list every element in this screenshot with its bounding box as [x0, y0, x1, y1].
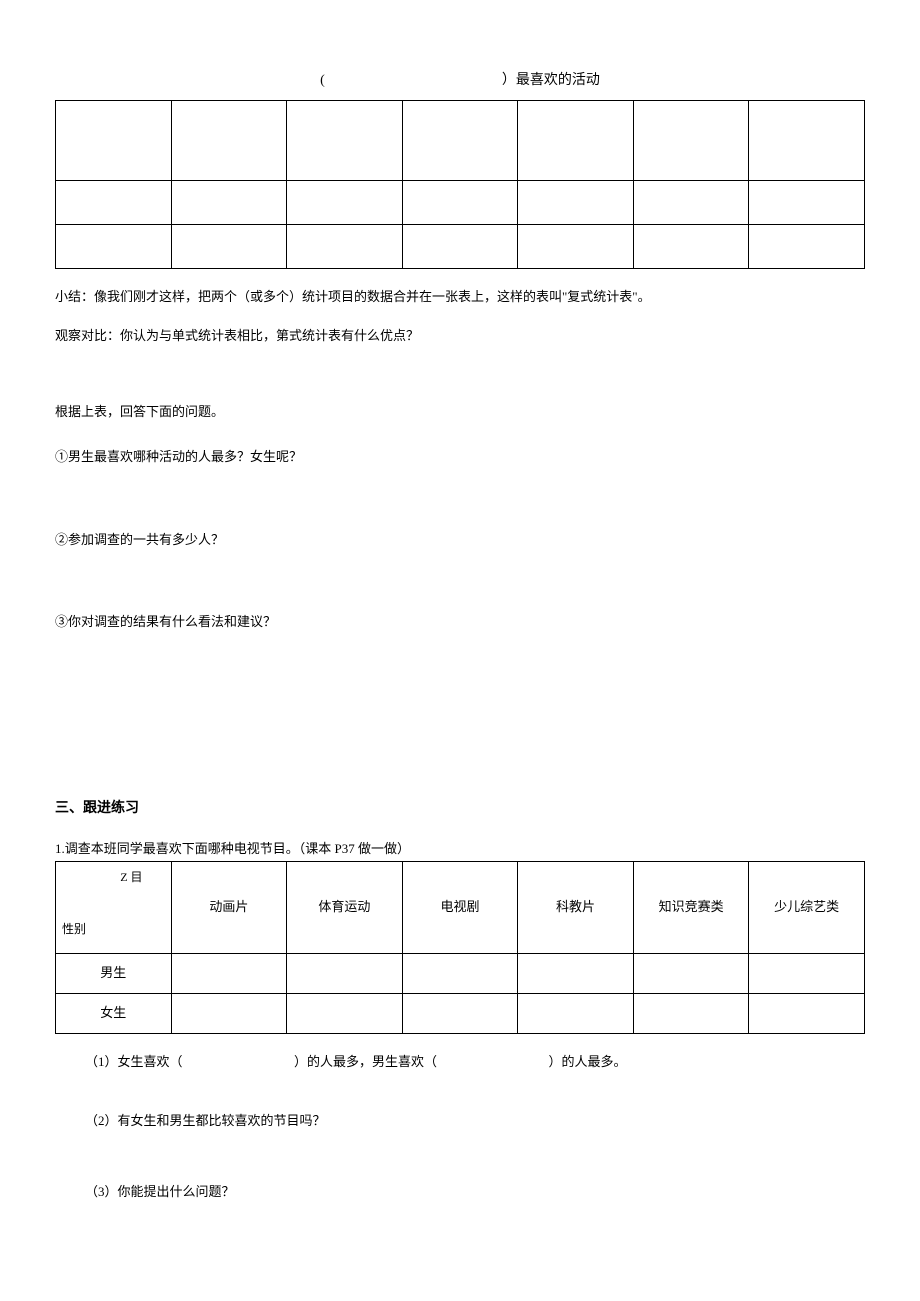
col-header: 体育运动 — [287, 862, 403, 954]
survey-intro: 1.调查本班同学最喜欢下面哪种电视节目。（课本 P37 做一做） — [55, 839, 865, 860]
diag-bot-label: 性别 — [62, 920, 86, 939]
table1-title: ( ）最喜欢的活动 — [55, 70, 865, 92]
row-label: 男生 — [56, 954, 172, 994]
title-paren-left: ( — [320, 73, 325, 88]
section-3: 三、跟进练习 1.调查本班同学最喜欢下面哪种电视节目。（课本 P37 做一做） … — [55, 798, 865, 1203]
subq1-part-a: （1）女生喜欢（ — [85, 1054, 183, 1069]
col-header: 科教片 — [518, 862, 634, 954]
sub-question-1: （1）女生喜欢（ ）的人最多，男生喜欢（ ）的人最多。 — [55, 1052, 865, 1073]
sub-question-2: （2）有女生和男生都比较喜欢的节目吗？ — [55, 1111, 865, 1132]
col-header: 动画片 — [171, 862, 287, 954]
diag-top-label: Z 目 — [120, 868, 142, 887]
observe-text: 观察对比：你认为与单式统计表相比，第式统计表有什么优点？ — [55, 326, 865, 347]
title-paren-right: ）最喜欢的活动 — [502, 73, 600, 88]
question-1: ①男生最喜欢哪种活动的人最多？女生呢？ — [55, 447, 865, 468]
answer-prompt: 根据上表，回答下面的问题。 — [55, 402, 865, 423]
diagonal-header-cell: Z 目 性别 — [56, 862, 172, 954]
summary-text: 小结：像我们刚才这样，把两个（或多个）统计项目的数据合并在一张表上，这样的表叫"… — [55, 287, 865, 308]
section3-title: 三、跟进练习 — [55, 798, 865, 820]
col-header: 少儿综艺类 — [749, 862, 865, 954]
subq1-part-c: ）的人最多。 — [549, 1054, 627, 1069]
activity-table — [55, 100, 865, 269]
question-3: ③你对调查的结果有什么看法和建议？ — [55, 612, 865, 633]
col-header: 电视剧 — [402, 862, 518, 954]
question-2: ②参加调查的一共有多少人？ — [55, 530, 865, 551]
col-header: 知识竞赛类 — [633, 862, 749, 954]
subq1-part-b: ）的人最多，男生喜欢（ — [294, 1054, 437, 1069]
row-label: 女生 — [56, 994, 172, 1034]
tv-survey-table: Z 目 性别 动画片 体育运动 电视剧 科教片 知识竞赛类 少儿综艺类 男生 女… — [55, 861, 865, 1034]
sub-question-3: （3）你能提出什么问题？ — [55, 1182, 865, 1203]
